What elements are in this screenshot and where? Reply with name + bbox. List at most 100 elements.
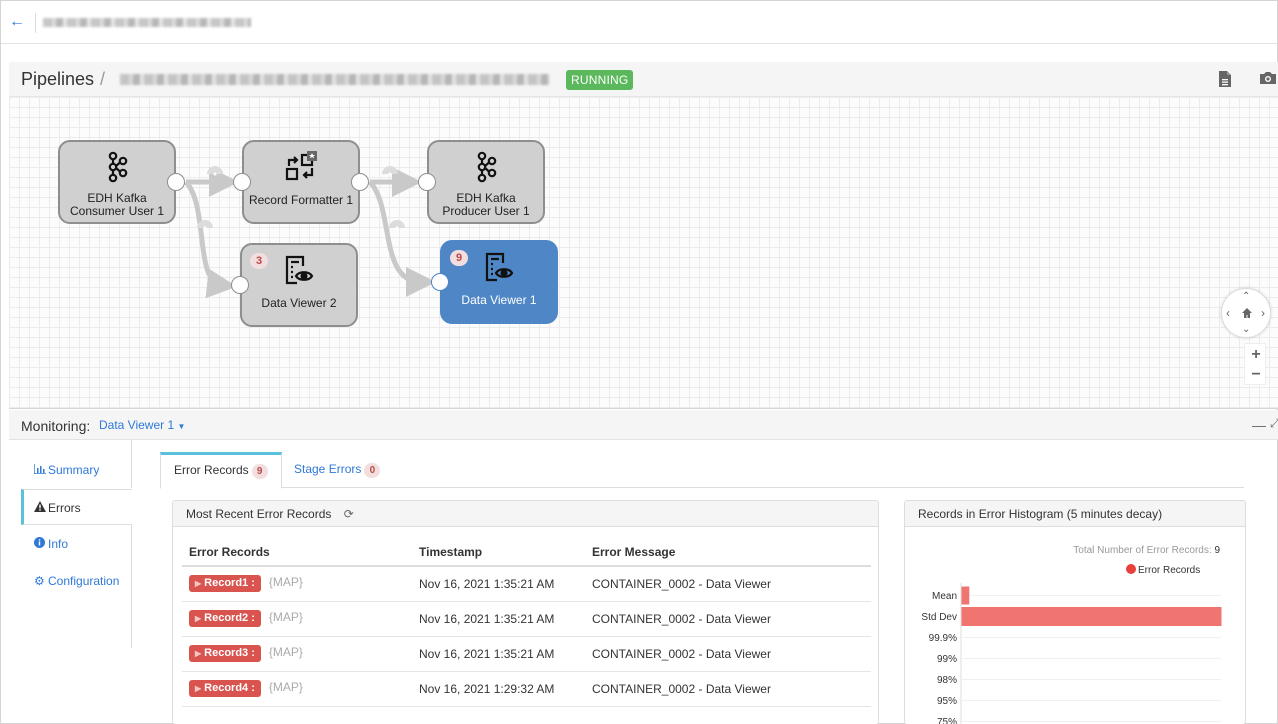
record-toggle-button[interactable]: ▶ Record2 : [189, 610, 261, 627]
tab-error-records[interactable]: Error Records 9 [160, 452, 282, 489]
top-title-redacted [43, 18, 251, 27]
breadcrumb-pipelines[interactable]: Pipelines [21, 69, 94, 90]
link-formatter-viewer1[interactable] [368, 180, 436, 297]
record-value: {MAP} [268, 575, 303, 590]
stage-record-formatter[interactable]: Record Formatter 1 [242, 140, 360, 224]
zoom-out-button[interactable]: − [1245, 367, 1267, 383]
refresh-icon[interactable]: ⟳ [344, 501, 354, 527]
breadcrumb-separator: / [100, 69, 106, 89]
error-message-cell: CONTAINER_0002 - Data Viewer [585, 601, 871, 637]
pipeline-canvas[interactable]: EDH Kafka Consumer User 1 Record Formatt… [9, 97, 1278, 409]
total-error-records: Total Number of Error Records: 9 [1073, 545, 1220, 556]
record-toggle-button[interactable]: ▶ Record3 : [189, 645, 261, 662]
status-badge: RUNNING [566, 70, 634, 90]
table-row: ▶ Record4 : {MAP} Nov 16, 2021 1:29:32 AM CO… [182, 671, 871, 707]
expand-triangle-icon: ▶ [195, 579, 202, 589]
output-port[interactable] [167, 173, 185, 191]
record-label: Record3 : [204, 647, 255, 659]
error-records-panel: Most Recent Error Records ⟳ Error Record… [172, 500, 879, 724]
stage-kafka-consumer[interactable]: EDH Kafka Consumer User 1 [58, 140, 176, 224]
expand-triangle-icon: ▶ [195, 614, 202, 623]
stage-data-viewer-2[interactable]: 3 Data Viewer 2 [240, 243, 358, 327]
link-consumer-viewer2[interactable] [184, 180, 237, 299]
nav-label: Info [48, 537, 69, 551]
tab-label: Error Records [174, 463, 249, 477]
input-port[interactable] [431, 273, 449, 291]
nav-summary[interactable]: Summary [21, 452, 132, 488]
record-cell: ▶ Record4 : {MAP} [182, 671, 412, 707]
pan-control: ⌃ ⌄ ‹ › [1221, 288, 1271, 338]
selected-stage: Data Viewer 1 [99, 418, 175, 432]
y-tick-label: 98% [937, 675, 957, 686]
pan-down-button[interactable]: ⌄ [1242, 325, 1250, 335]
gauge-icon[interactable] [389, 220, 405, 230]
error-message-cell: CONTAINER_0002 - Data Viewer [585, 671, 871, 707]
nav-configuration[interactable]: ⚙ Configuration [21, 563, 132, 599]
minimize-icon[interactable]: — [1252, 417, 1266, 433]
gauge-icon[interactable] [207, 166, 223, 176]
expand-icon[interactable]: ⤢ [1270, 416, 1278, 431]
record-value: {MAP} [268, 680, 303, 694]
monitoring-stage-dropdown[interactable]: Data Viewer 1 ▼ [99, 418, 185, 432]
timestamp-cell: Nov 16, 2021 1:35:21 AM [412, 566, 585, 602]
record-toggle-button[interactable]: ▶ Record1 : [189, 575, 261, 593]
back-arrow-icon[interactable]: ← [9, 13, 25, 31]
record-label: Record1 : [204, 577, 255, 590]
table-row: ▶ Record2 : {MAP} Nov 16, 2021 1:35:21 AM CO… [182, 601, 871, 637]
table-row: ▶ Record1 : {MAP} Nov 16, 2021 1:35:21 AM CO… [182, 566, 871, 602]
gauge-icon[interactable] [382, 166, 398, 176]
error-records-table: Error Records Timestamp Error Message ▶ R… [182, 538, 871, 707]
panel-header: Most Recent Error Records ⟳ [173, 501, 878, 527]
nav-info[interactable]: Info [21, 526, 132, 562]
info-icon [34, 527, 48, 563]
total-label: Total Number of Error Records: [1073, 545, 1212, 556]
kafka-icon [429, 150, 543, 184]
stage-data-viewer-1[interactable]: 9 Data Viewer 1 [440, 240, 558, 324]
count-badge: 0 [364, 463, 381, 478]
record-cell: ▶ Record3 : {MAP} [182, 636, 412, 672]
nav-label: Summary [48, 463, 100, 477]
stage-kafka-producer[interactable]: EDH Kafka Producer User 1 [427, 140, 545, 224]
column-header: Timestamp [412, 538, 585, 567]
input-port[interactable] [231, 276, 249, 294]
timestamp-cell: Nov 16, 2021 1:35:21 AM [412, 636, 585, 672]
zoom-in-button[interactable]: + [1245, 347, 1267, 363]
nav-errors[interactable]: Errors [21, 489, 132, 525]
tab-stage-errors[interactable]: Stage Errors 0 [281, 452, 393, 488]
table-row: ▶ Record3 : {MAP} Nov 16, 2021 1:35:21 AM CO… [182, 636, 871, 672]
legend-label: Error Records [1138, 565, 1201, 576]
data-viewer-icon [442, 250, 556, 284]
stage-links [184, 166, 436, 299]
record-toggle-button[interactable]: ▶ Record4 : [189, 680, 261, 697]
home-icon[interactable] [1241, 307, 1253, 322]
bar-chart-icon [33, 453, 48, 489]
histogram-bar[interactable] [961, 607, 1222, 626]
panel-header: Records in Error Histogram (5 minutes de… [905, 501, 1245, 527]
input-port[interactable] [418, 173, 436, 191]
error-message-cell: CONTAINER_0002 - Data Viewer [585, 566, 871, 602]
timestamp-cell: Nov 16, 2021 1:29:32 AM [412, 671, 585, 707]
output-port[interactable] [351, 173, 369, 191]
y-tick-label: 99% [937, 654, 957, 665]
record-cell: ▶ Record2 : {MAP} [182, 601, 412, 637]
caret-down-icon: ▼ [177, 422, 186, 431]
pan-left-button[interactable]: ‹ [1226, 307, 1230, 319]
divider [35, 13, 36, 33]
stage-label: Data Viewer 2 [261, 296, 337, 310]
chart-legend[interactable]: Error Records [1126, 564, 1200, 576]
pipeline-name-redacted [120, 74, 550, 85]
record-value: {MAP} [268, 610, 303, 624]
total-value: 9 [1214, 545, 1220, 556]
expand-triangle-icon: ▶ [195, 684, 202, 693]
panel-title: Most Recent Error Records [186, 507, 332, 521]
histogram-panel: Records in Error Histogram (5 minutes de… [904, 500, 1246, 724]
pan-up-button[interactable]: ⌃ [1242, 292, 1250, 302]
input-port[interactable] [233, 173, 251, 191]
pan-right-button[interactable]: › [1261, 307, 1265, 319]
count-badge: 9 [251, 464, 268, 479]
histogram-bar[interactable] [961, 586, 970, 605]
monitoring-label: Monitoring: [21, 418, 91, 434]
camera-icon[interactable] [1259, 70, 1277, 88]
top-bar: ← [1, 1, 1277, 44]
document-icon[interactable] [1217, 70, 1235, 88]
